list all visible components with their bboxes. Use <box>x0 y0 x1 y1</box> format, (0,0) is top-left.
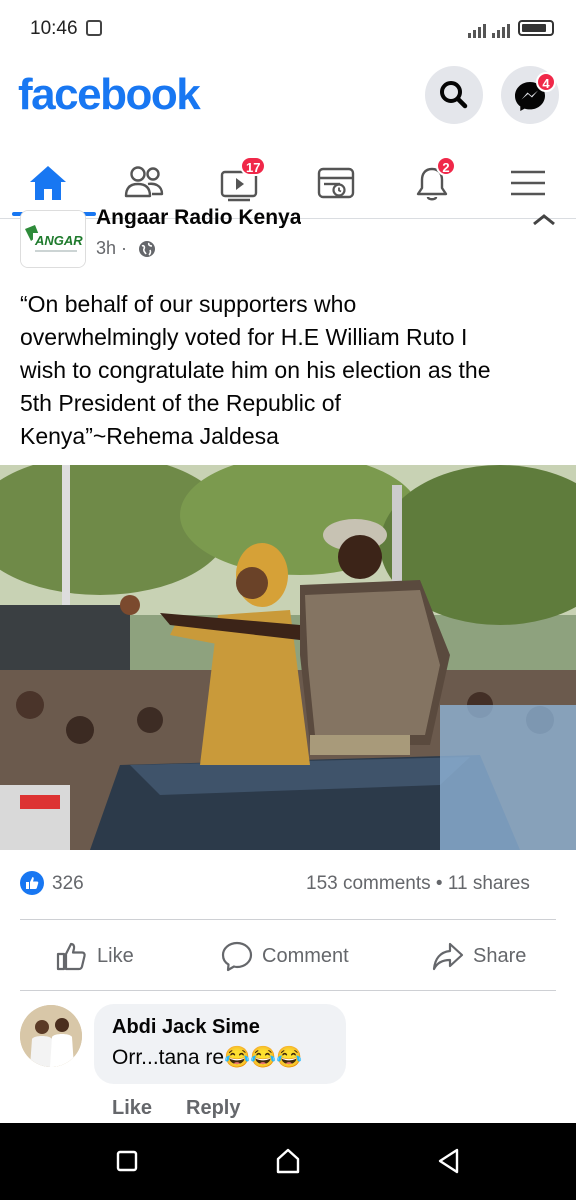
hamburger-menu-icon <box>511 170 545 196</box>
like-label: Like <box>97 944 134 967</box>
share-button[interactable]: Share <box>431 938 526 974</box>
gallery-notification-icon <box>86 20 102 36</box>
comment-bubble-icon <box>221 941 253 972</box>
divider-top <box>20 919 556 920</box>
home-button-icon[interactable] <box>275 1147 301 1175</box>
comment-author[interactable]: Abdi Jack Sime <box>112 1016 260 1039</box>
recent-apps-icon[interactable] <box>115 1149 139 1173</box>
messenger-badge: 4 <box>536 72 556 92</box>
tab-home[interactable] <box>0 150 96 216</box>
status-bar: 10:46 <box>0 0 576 58</box>
comment-button[interactable]: Comment <box>220 938 349 974</box>
search-button[interactable] <box>425 66 483 124</box>
page-logo: ANGAR <box>21 211 85 267</box>
page-logo-text: ANGAR <box>34 233 83 248</box>
comment-like-button[interactable]: Like <box>112 1097 152 1120</box>
comment-reply-button[interactable]: Reply <box>186 1097 240 1120</box>
facebook-logo[interactable]: facebook <box>18 70 201 120</box>
search-icon <box>440 81 468 109</box>
tab-notifications[interactable] <box>384 150 480 216</box>
home-icon <box>30 166 66 200</box>
like-button[interactable]: Like <box>55 938 134 974</box>
comment-text: Orr...tana re😂😂😂 <box>112 1046 303 1069</box>
battery-icon <box>518 20 554 36</box>
tab-feeds[interactable] <box>288 150 384 216</box>
comments-shares-count[interactable]: 153 comments • 11 shares <box>306 873 530 895</box>
globe-icon <box>139 241 155 257</box>
share-arrow-icon <box>432 942 464 971</box>
friends-icon <box>124 166 164 198</box>
page-avatar[interactable]: ANGAR <box>20 210 86 268</box>
comment-label: Comment <box>262 944 349 967</box>
thumbs-up-icon <box>56 942 86 971</box>
feeds-icon <box>317 167 355 199</box>
page-name[interactable]: Angaar Radio Kenya <box>96 206 301 228</box>
commenter-avatar[interactable] <box>20 1005 82 1067</box>
signal-icon <box>468 24 510 38</box>
share-label: Share <box>473 944 527 967</box>
close-post-icon[interactable] <box>530 210 558 226</box>
watch-badge: 17 <box>240 156 267 176</box>
post-time[interactable]: 3h · <box>96 238 127 259</box>
back-icon[interactable] <box>436 1147 462 1175</box>
post-photo[interactable] <box>0 465 576 850</box>
notifications-badge: 2 <box>436 156 456 176</box>
like-reaction-icon <box>20 871 44 895</box>
android-nav-bar <box>0 1123 576 1200</box>
tab-menu[interactable] <box>480 150 576 216</box>
divider-bottom <box>20 990 556 991</box>
status-time: 10:46 <box>30 18 78 39</box>
post-text: “On behalf of our supporters who overwhe… <box>20 291 491 449</box>
photo-illustration <box>0 465 576 850</box>
like-count[interactable]: 326 <box>52 873 84 895</box>
